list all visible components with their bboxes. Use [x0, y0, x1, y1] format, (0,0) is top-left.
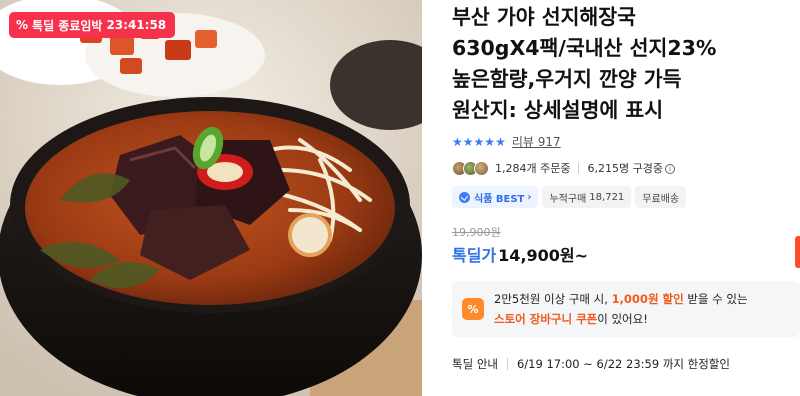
- product-info-panel: 부산 가야 선지해장국 630gX4팩/국내산 선지23% 높은함량,우거지 깐…: [452, 0, 800, 396]
- coupon-text: 2만5천원 이상 구매 시, 1,000원 할인 받을 수 있는 스토어 장바구…: [494, 289, 748, 329]
- star-rating: ★ ★ ★ ★ ★: [452, 136, 506, 148]
- free-shipping-tag: 무료배송: [635, 186, 687, 208]
- ordering-count: 1,284개 주문중: [495, 162, 571, 175]
- deal-countdown: 23:41:58: [106, 18, 167, 32]
- star-icon: ★: [473, 134, 485, 149]
- coupon-banner[interactable]: % 2만5천원 이상 구매 시, 1,000원 할인 받을 수 있는 스토어 장…: [452, 281, 800, 337]
- avatar: [474, 160, 489, 176]
- coupon-discount-amount: 1,000원 할인: [611, 292, 684, 306]
- cumulative-purchase-tag: 누적구매 18,721: [542, 186, 632, 208]
- store-cart-coupon-link[interactable]: 스토어 장바구니 쿠폰: [494, 312, 597, 326]
- product-title-line: 원산지: 상세설명에 표시: [452, 98, 664, 122]
- product-tags: 식품 BEST › 누적구매 18,721 무료배송: [452, 186, 687, 208]
- deal-info-row: 톡딜 안내 6/19 17:00 ~ 6/22 23:59 까지 한정할인: [452, 356, 730, 372]
- divider: [578, 162, 580, 174]
- buyer-avatars: [452, 160, 489, 176]
- product-photo-illustration: [0, 0, 422, 396]
- coupon-line-2: 스토어 장바구니 쿠폰이 있어요!: [494, 309, 748, 329]
- best-tag-label: 식품 BEST: [474, 193, 525, 205]
- coupon-text-part: 이 있어요!: [597, 312, 648, 326]
- best-tag[interactable]: 식품 BEST ›: [452, 186, 539, 208]
- star-icon: ★: [484, 134, 496, 149]
- product-title: 부산 가야 선지해장국 630gX4팩/국내산 선지23% 높은함량,우거지 깐…: [452, 2, 782, 126]
- divider: [506, 358, 508, 370]
- deal-info-label: 톡딜 안내: [452, 357, 498, 371]
- watching-count: 6,215명 구경중 i: [583, 160, 678, 176]
- star-icon: ★: [452, 134, 463, 149]
- product-title-line: 높은함량,우거지 깐양 가득: [452, 67, 682, 91]
- coupon-line-1: 2만5천원 이상 구매 시, 1,000원 할인 받을 수 있는: [494, 289, 748, 309]
- watching-count-text: 6,215명 구경중: [587, 162, 663, 175]
- info-icon[interactable]: i: [664, 164, 675, 174]
- coupon-text-part: 받을 수 있는: [683, 292, 748, 306]
- product-title-line: 부산 가야 선지해장국: [452, 5, 637, 29]
- deal-info-period: 6/19 17:00 ~ 6/22 23:59 까지 한정할인: [516, 357, 730, 371]
- deal-price-label: 톡딜가: [452, 246, 497, 265]
- star-icon: ★: [495, 134, 506, 149]
- coupon-percent-icon: %: [462, 298, 484, 320]
- coupon-text-part: 2만5천원 이상 구매 시,: [494, 292, 612, 306]
- deal-ending-label: 톡딜 종료임박: [32, 18, 103, 33]
- rating-row: ★ ★ ★ ★ ★ 리뷰 917: [452, 133, 561, 150]
- side-floating-tab[interactable]: [795, 236, 800, 268]
- cumulative-label: 누적구매: [549, 193, 587, 205]
- product-image[interactable]: % 톡딜 종료임박 23:41:58: [0, 0, 422, 396]
- review-count-link[interactable]: 리뷰 917: [512, 133, 561, 150]
- deal-ending-badge: % 톡딜 종료임박 23:41:58: [9, 12, 176, 38]
- check-badge-icon: [459, 191, 470, 203]
- purchase-stats: 1,284개 주문중 6,215명 구경중 i: [452, 158, 679, 178]
- deal-price-row: 톡딜가 14,900원~: [452, 242, 588, 266]
- deal-price-value: 14,900원~: [498, 246, 589, 265]
- percent-icon: %: [16, 18, 29, 32]
- original-price: 19,900원: [452, 226, 501, 239]
- chevron-right-icon: ›: [527, 191, 532, 203]
- star-icon: ★: [462, 134, 474, 149]
- cumulative-value: 18,721: [589, 191, 625, 203]
- product-title-line: 630gX4팩/국내산 선지23%: [452, 36, 717, 60]
